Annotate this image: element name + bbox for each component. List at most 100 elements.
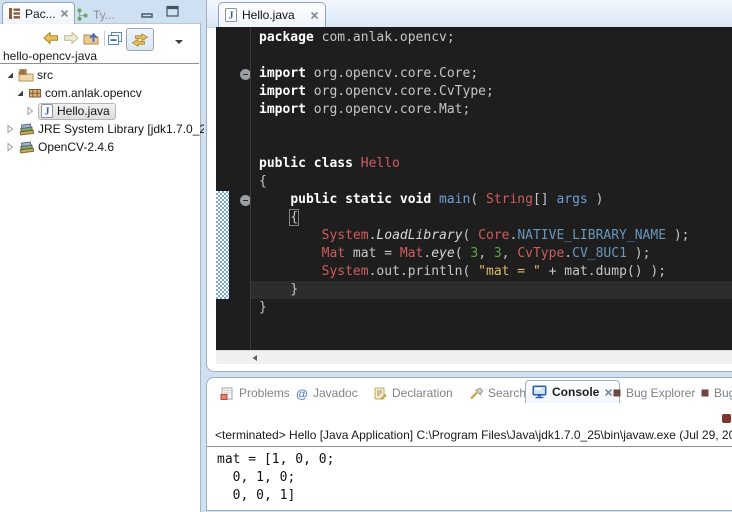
bug-icon (701, 389, 709, 397)
svg-text:J: J (45, 106, 50, 117)
view-menu-button[interactable] (174, 33, 184, 51)
code-line[interactable] (259, 119, 732, 137)
tree-collapsed-icon[interactable] (5, 142, 15, 152)
minimize-button[interactable] (141, 7, 153, 25)
tree-item-label: OpenCV-2.4.6 (38, 140, 114, 154)
code-line[interactable]: import org.opencv.core.Core; (259, 65, 732, 83)
close-icon[interactable] (604, 388, 613, 397)
maximize-button[interactable] (166, 4, 179, 22)
range-indicator (216, 191, 229, 299)
tree-collapsed-icon[interactable] (5, 124, 15, 134)
close-icon[interactable] (310, 11, 319, 20)
forward-button[interactable] (63, 29, 79, 47)
code-line[interactable]: package com.anlak.opencv; (259, 29, 732, 47)
console-tab-label: Bug (714, 386, 732, 400)
tab-package-explorer[interactable]: Pac... (2, 2, 75, 24)
view-menu-icon (174, 39, 184, 45)
minimize-icon (141, 12, 153, 20)
console-tab-javadoc[interactable]: @ Javadoc (296, 383, 358, 403)
console-output-line: mat = [1, 0, 0; (217, 451, 334, 469)
code-line[interactable]: System.out.println( "mat = " + mat.dump(… (259, 263, 732, 281)
search-icon (469, 387, 483, 400)
code-line[interactable]: { (259, 209, 732, 227)
console-tab-bug-explorer[interactable]: Bug Explorer (613, 383, 695, 403)
up-button[interactable] (83, 29, 100, 47)
tab-package-explorer-label: Pac... (25, 7, 56, 21)
console-tab-label: Console (552, 385, 599, 399)
code-line[interactable]: Mat mat = Mat.eye( 3, 3, CvType.CV_8UC1 … (259, 245, 732, 263)
console-output-line: 0, 0, 1] (217, 487, 334, 505)
code-line[interactable]: { (259, 173, 732, 191)
svg-text:@: @ (296, 387, 308, 400)
back-arrow-icon (43, 31, 59, 45)
up-folder-icon (83, 31, 100, 46)
eclipse-window: { "colors": { "chrome_bg": "#cfe0f2", "p… (0, 0, 732, 511)
tree-item-src[interactable]: src (0, 66, 204, 84)
console-output-line: 0, 1, 0; (217, 469, 334, 487)
collapse-all-button[interactable] (107, 29, 123, 47)
code-line[interactable]: public class Hello (259, 155, 732, 173)
project-underline (0, 63, 199, 64)
svg-text:J: J (229, 11, 234, 22)
console-tab-label: Javadoc (313, 386, 358, 400)
console-tab-bug[interactable]: Bug (701, 383, 732, 403)
tree-item-jre-system-library-jdk1-7-0-25[interactable]: JRE System Library [jdk1.7.0_25] (0, 120, 204, 138)
java-file-icon: J (225, 8, 237, 22)
code-line[interactable]: public static void main( String[] args ) (259, 191, 732, 209)
code-line[interactable]: import org.opencv.core.Mat; (259, 101, 732, 119)
back-button[interactable] (43, 29, 59, 47)
package-explorer-icon (8, 7, 21, 20)
console-status-line: <terminated> Hello [Java Application] C:… (215, 428, 732, 442)
tab-type-hierarchy[interactable]: Ty... (71, 4, 120, 25)
project-label[interactable]: hello-opencv-java (3, 49, 97, 63)
tree-selection[interactable]: J Hello.java (38, 103, 116, 120)
console-tab-label: Problems (239, 386, 290, 400)
editor-tab-label: Hello.java (242, 8, 295, 22)
tree-expanded-icon[interactable] (5, 70, 15, 80)
source-folder-icon (18, 69, 34, 82)
console-panel: Problems @ Javadoc Declaration Search Console… (206, 377, 732, 511)
library-icon (18, 122, 35, 136)
tree-item-label: Hello.java (57, 104, 110, 118)
console-tab-search[interactable]: Search (469, 383, 526, 403)
tab-type-hierarchy-label: Ty... (93, 8, 115, 22)
console-tab-declaration[interactable]: Declaration (373, 383, 453, 403)
code-editor[interactable]: package com.anlak.opencv; import org.open… (216, 27, 732, 350)
bug-icon (613, 389, 621, 397)
console-output[interactable]: mat = [1, 0, 0; 0, 1, 0; 0, 0, 1] (217, 451, 334, 505)
horizontal-scrollbar[interactable] (216, 350, 732, 364)
console-icon (532, 385, 547, 399)
code-line[interactable]: } (259, 299, 732, 317)
toolbar-separator (104, 31, 105, 46)
console-tab-console[interactable]: Console (525, 380, 620, 403)
tree-item-com-anlak-opencv[interactable]: com.anlak.opencv (0, 84, 214, 102)
editor-panel: J Hello.java package com.anlak.opencv; im… (206, 0, 732, 372)
tree-item-label: JRE System Library [jdk1.7.0_25] (38, 122, 204, 136)
javadoc-icon: @ (296, 387, 308, 400)
editor-tab-hello-java[interactable]: J Hello.java (218, 2, 326, 27)
tree-collapsed-icon[interactable] (25, 106, 35, 116)
code-line[interactable]: import org.opencv.core.CvType; (259, 83, 732, 101)
link-with-editor-toggle[interactable] (126, 28, 154, 51)
problems-icon (220, 387, 234, 400)
code-line[interactable] (259, 137, 732, 155)
console-tab-label: Search (488, 386, 526, 400)
console-tab-label: Declaration (392, 386, 453, 400)
console-tab-problems[interactable]: Problems (220, 383, 290, 403)
forward-arrow-icon (63, 31, 79, 45)
close-icon[interactable] (60, 9, 69, 18)
terminate-button[interactable] (722, 414, 731, 423)
tree-item-hello-java[interactable]: J Hello.java (0, 102, 224, 120)
tree-item-label: com.anlak.opencv (45, 86, 142, 100)
tree-item-label: src (37, 68, 53, 82)
code-lines[interactable]: package com.anlak.opencv; import org.open… (251, 29, 732, 317)
maximize-icon (166, 5, 179, 17)
tree-expanded-icon[interactable] (15, 88, 25, 98)
code-line[interactable] (259, 47, 732, 65)
tree-item-opencv-2-4-6[interactable]: OpenCV-2.4.6 (0, 138, 204, 156)
declaration-icon (373, 387, 387, 400)
code-line[interactable]: } (259, 281, 732, 299)
scroll-left-icon[interactable] (251, 354, 259, 362)
console-tab-label: Bug Explorer (626, 386, 695, 400)
code-line[interactable]: System.LoadLibrary( Core.NATIVE_LIBRARY_… (259, 227, 732, 245)
